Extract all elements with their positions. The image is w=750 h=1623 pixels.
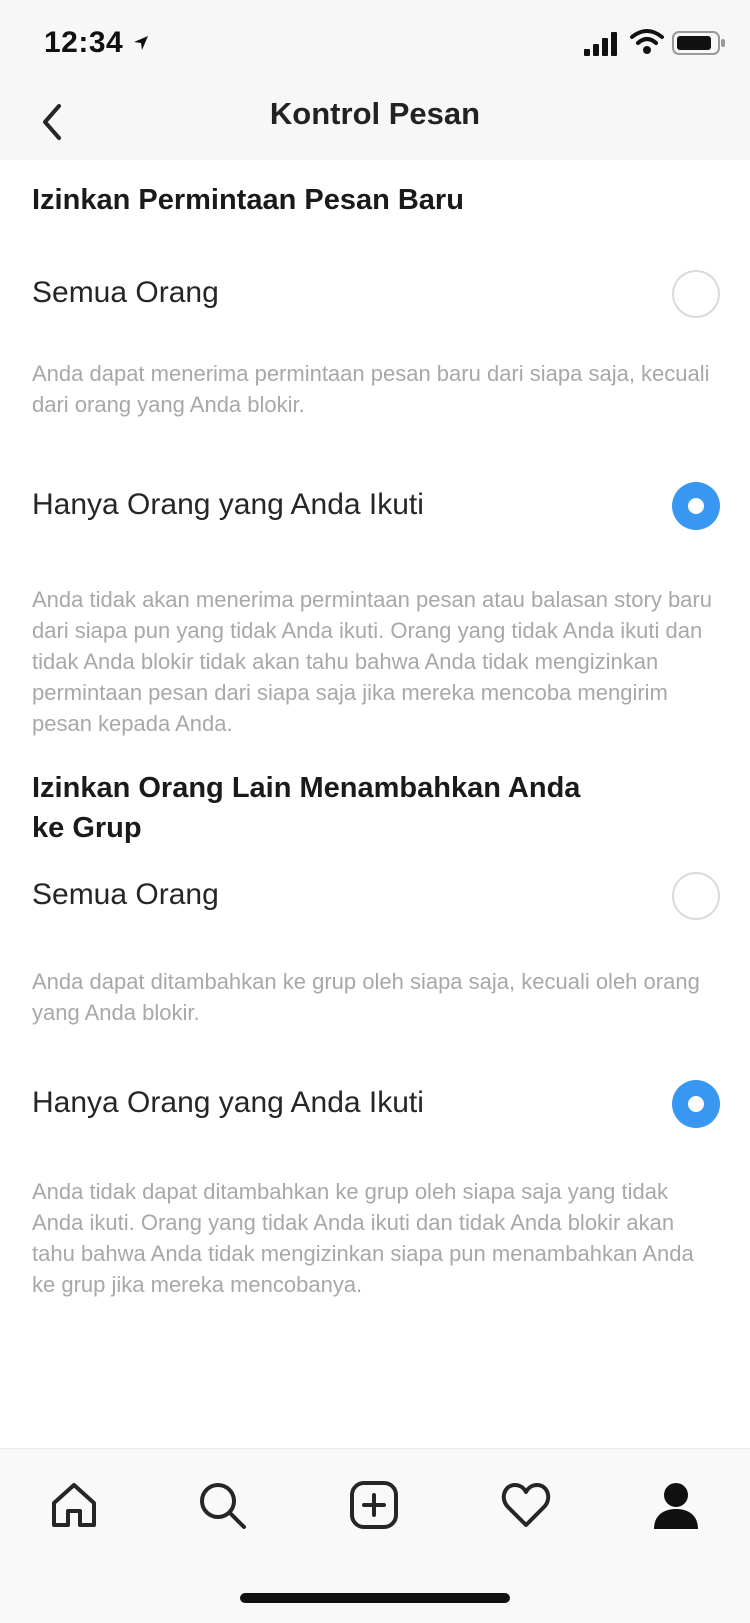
cellular-signal-icon [584,32,617,56]
option-label: Semua Orang [32,276,219,309]
battery-icon [672,31,725,55]
back-button[interactable] [22,92,82,152]
option-label: Semua Orang [32,878,219,911]
tab-new-post[interactable] [342,1473,406,1537]
page-title: Kontrol Pesan [269,96,481,131]
message-controls-screen: 12:34 Kontrol Pesan Izinkan Permintaan P… [0,0,750,1623]
option-description: Anda tidak akan menerima permintaan pesa… [32,587,712,736]
option-everyone-groups[interactable]: Semua Orang [0,862,750,932]
wifi-icon [630,29,664,54]
status-bar: 12:34 [0,0,750,86]
bottom-tab-bar [0,1448,750,1623]
radio-unselected[interactable] [672,270,720,318]
home-icon [52,1483,96,1527]
option-following-only-requests[interactable]: Hanya Orang yang Anda Ikuti [0,472,750,542]
top-area: 12:34 Kontrol Pesan [0,0,750,160]
navigation-bar: Kontrol Pesan [0,86,750,160]
tab-search[interactable] [190,1473,254,1537]
option-following-only-groups[interactable]: Hanya Orang yang Anda Ikuti [0,1070,750,1140]
section-title-group-adds: Izinkan Orang Lain Menambahkan Anda ke G… [32,772,581,844]
radio-unselected[interactable] [672,872,720,920]
activity-heart-icon [501,1483,551,1527]
chevron-left-icon [43,104,61,140]
option-label: Hanya Orang yang Anda Ikuti [32,488,424,521]
option-description: Anda dapat ditambahkan ke grup oleh siap… [32,969,700,1025]
option-everyone-requests[interactable]: Semua Orang [0,260,750,330]
status-time: 12:34 [44,26,124,59]
radio-selected[interactable] [672,482,720,530]
home-indicator [240,1593,510,1603]
tab-activity[interactable] [494,1473,558,1537]
profile-icon [654,1483,698,1529]
radio-selected[interactable] [672,1080,720,1128]
option-description: Anda dapat menerima permintaan pesan bar… [32,361,710,417]
section-title-message-requests: Izinkan Permintaan Pesan Baru [32,184,464,216]
new-post-icon [350,1481,398,1529]
search-icon [200,1483,246,1529]
option-label: Hanya Orang yang Anda Ikuti [32,1086,424,1119]
location-arrow-icon [134,36,148,50]
tab-profile[interactable] [644,1473,708,1537]
tab-home[interactable] [42,1473,106,1537]
option-description: Anda tidak dapat ditambahkan ke grup ole… [32,1179,694,1297]
